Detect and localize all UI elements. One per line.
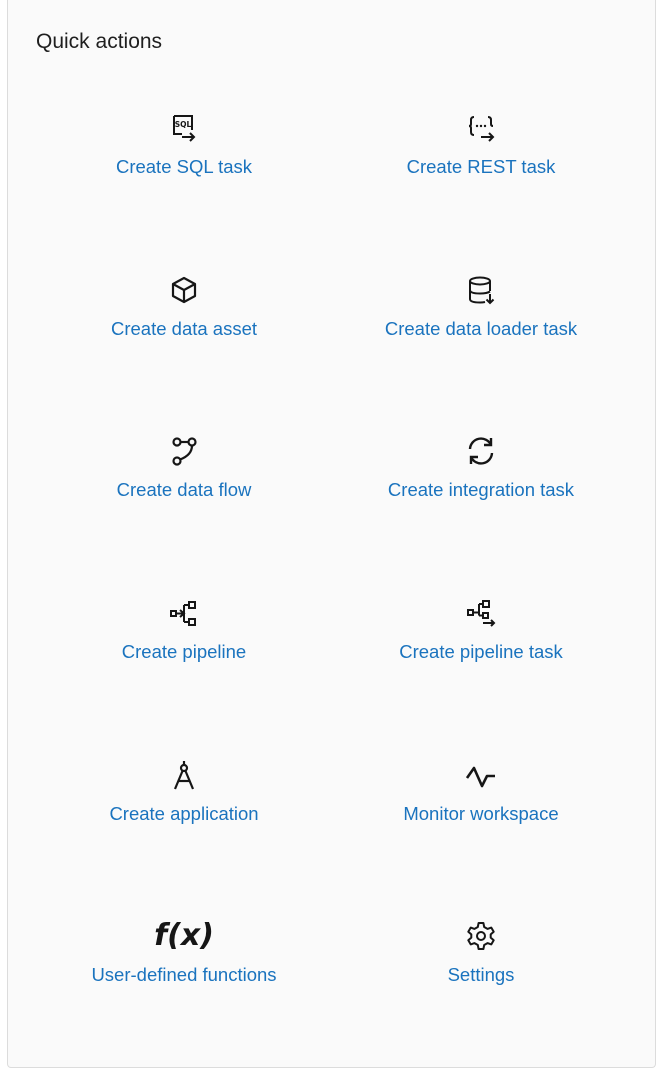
create-sql-task-action[interactable]: SQL Create SQL task <box>34 108 334 228</box>
svg-text:SQL: SQL <box>175 120 192 129</box>
action-label: Settings <box>447 964 515 985</box>
create-data-asset-action[interactable]: Create data asset <box>34 270 334 390</box>
refresh-icon <box>461 431 501 471</box>
pipeline-task-icon <box>461 593 501 633</box>
action-label: Create integration task <box>387 479 575 500</box>
compass-icon <box>164 755 204 795</box>
user-defined-functions-action[interactable]: f(x) User-defined functions <box>34 916 334 1036</box>
action-label: Create data asset <box>110 318 258 339</box>
action-label: User-defined functions <box>91 964 277 985</box>
action-label: Create application <box>109 803 259 824</box>
create-data-loader-task-action[interactable]: Create data loader task <box>331 270 631 390</box>
sql-icon: SQL <box>164 108 204 148</box>
action-label: Create pipeline task <box>399 641 563 662</box>
create-pipeline-task-action[interactable]: Create pipeline task <box>331 593 631 713</box>
gear-icon <box>461 916 501 956</box>
function-icon-text: f(x) <box>154 918 214 953</box>
action-label: Create data flow <box>116 479 252 500</box>
database-download-icon <box>461 270 501 310</box>
action-label: Create data loader task <box>384 318 578 339</box>
create-pipeline-action[interactable]: Create pipeline <box>34 593 334 713</box>
quick-actions-panel: Quick actions SQL Create SQL task Create <box>7 0 656 1068</box>
settings-action[interactable]: Settings <box>331 916 631 1036</box>
monitor-workspace-action[interactable]: Monitor workspace <box>331 755 631 875</box>
action-label: Create REST task <box>406 156 556 177</box>
pulse-icon <box>461 755 501 795</box>
action-label: Create SQL task <box>115 156 253 177</box>
cube-icon <box>164 270 204 310</box>
create-integration-task-action[interactable]: Create integration task <box>331 431 631 551</box>
action-label: Create pipeline <box>121 641 247 662</box>
create-data-flow-action[interactable]: Create data flow <box>34 431 334 551</box>
create-application-action[interactable]: Create application <box>34 755 334 875</box>
data-flow-icon <box>164 431 204 471</box>
action-label: Monitor workspace <box>403 803 559 824</box>
create-rest-task-action[interactable]: Create REST task <box>331 108 631 228</box>
panel-title: Quick actions <box>36 30 163 53</box>
pipeline-icon <box>164 593 204 633</box>
function-icon: f(x) <box>144 916 224 956</box>
rest-icon <box>461 108 501 148</box>
